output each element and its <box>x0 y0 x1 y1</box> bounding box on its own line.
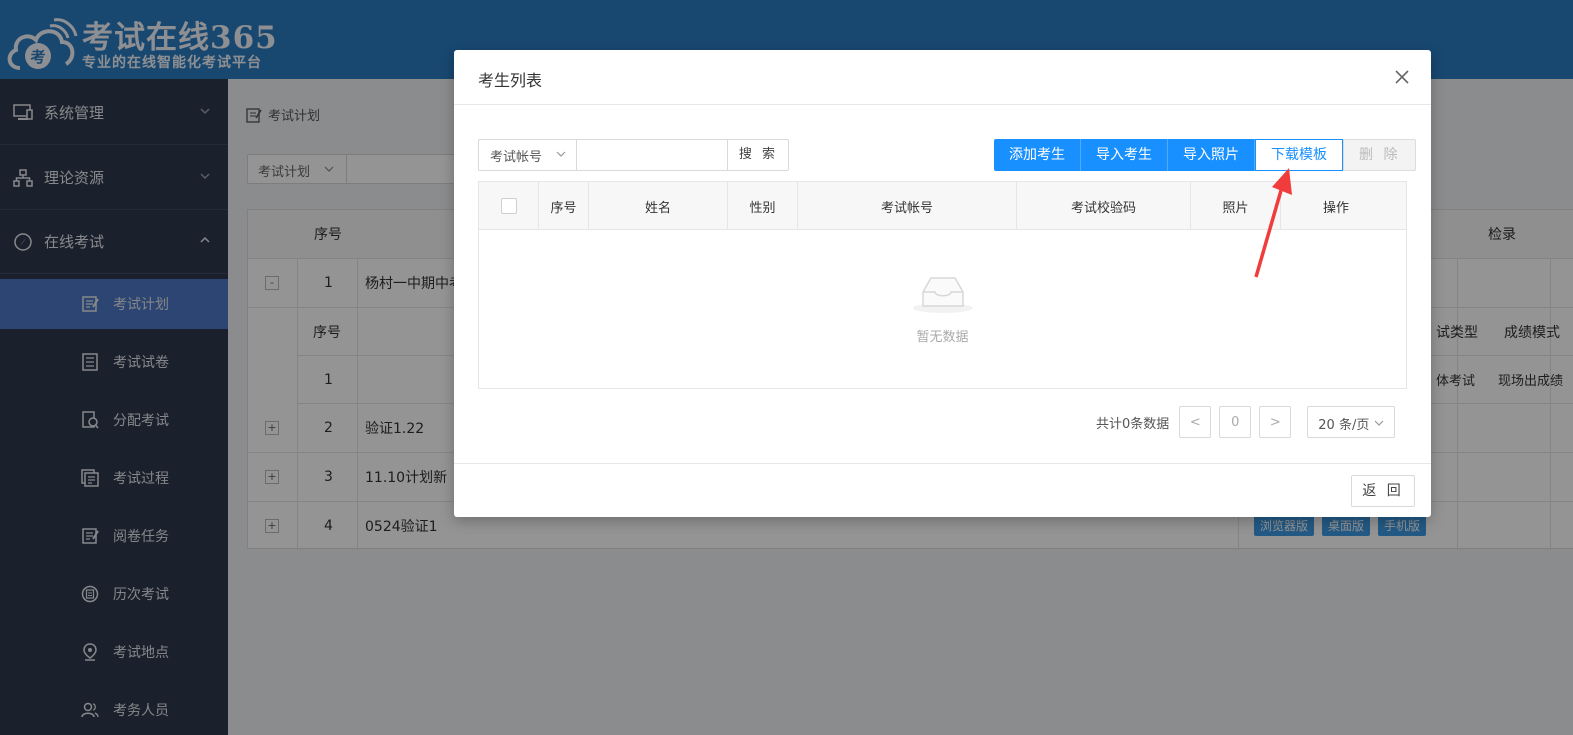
add-student-button[interactable]: 添加考生 <box>994 139 1081 171</box>
student-list-modal: 考生列表 考试帐号 搜 索 添加考生 导入考生 导入照片 下载模板 删 除 序号… <box>454 50 1431 517</box>
annotation-arrow-icon <box>1254 168 1292 278</box>
modal-footer: 返 回 <box>454 463 1431 517</box>
import-students-button[interactable]: 导入考生 <box>1081 139 1168 171</box>
search-field-label: 考试帐号 <box>490 150 543 165</box>
modal-title: 考生列表 <box>478 71 543 90</box>
delete-button[interactable]: 删 除 <box>1343 139 1417 171</box>
select-all-checkbox[interactable] <box>500 198 517 214</box>
action-button-group: 添加考生 导入考生 导入照片 下载模板 删 除 <box>994 139 1417 171</box>
empty-inbox-icon <box>913 277 973 313</box>
chevron-down-icon <box>1374 420 1384 426</box>
search-button[interactable]: 搜 索 <box>727 140 789 170</box>
header-name: 姓名 <box>589 182 728 230</box>
import-photos-button[interactable]: 导入照片 <box>1168 139 1255 171</box>
pagination: 共计0条数据 < 0 > 20 条/页 <box>1096 406 1396 438</box>
header-index: 序号 <box>539 182 589 230</box>
chevron-down-icon <box>556 151 566 157</box>
page-size-value: 20 条/页 <box>1318 418 1370 433</box>
header-code: 考试校验码 <box>1017 182 1191 230</box>
modal-header: 考生列表 <box>454 50 1431 105</box>
next-page-button[interactable]: > <box>1259 406 1292 438</box>
search-input[interactable] <box>578 140 726 170</box>
page-size-select[interactable]: 20 条/页 <box>1307 406 1396 438</box>
prev-page-button[interactable]: < <box>1179 406 1212 438</box>
search-bar: 考试帐号 搜 索 <box>478 139 789 171</box>
back-button[interactable]: 返 回 <box>1351 475 1415 507</box>
search-field-select[interactable]: 考试帐号 <box>479 140 577 170</box>
empty-text: 暂无数据 <box>916 330 969 345</box>
current-page[interactable]: 0 <box>1219 406 1252 438</box>
close-icon[interactable] <box>1393 68 1411 86</box>
select-all-cell <box>479 182 539 230</box>
header-gender: 性别 <box>728 182 798 230</box>
pagination-total: 共计0条数据 <box>1096 416 1170 432</box>
header-account: 考试帐号 <box>798 182 1017 230</box>
